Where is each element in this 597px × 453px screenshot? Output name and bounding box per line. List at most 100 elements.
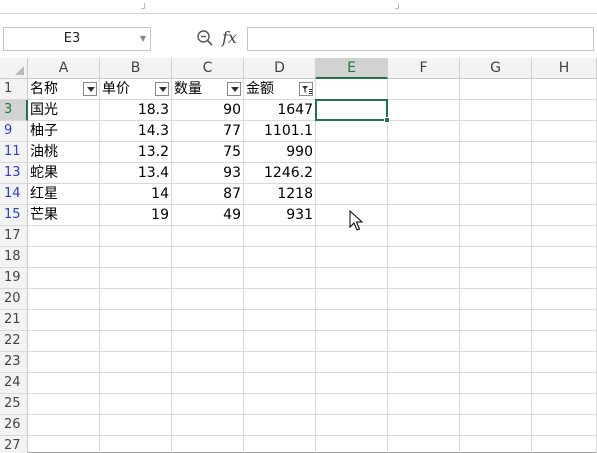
empty-cell[interactable]: [532, 394, 597, 415]
empty-cell[interactable]: [244, 289, 316, 310]
empty-cell[interactable]: [532, 331, 597, 352]
row-header-25[interactable]: 25: [0, 394, 28, 415]
empty-cell[interactable]: [532, 142, 597, 163]
empty-cell[interactable]: [460, 373, 532, 394]
table-cell-name[interactable]: 国光: [28, 100, 100, 121]
empty-cell[interactable]: [172, 268, 244, 289]
empty-cell[interactable]: [460, 121, 532, 142]
empty-cell[interactable]: [532, 415, 597, 436]
empty-cell[interactable]: [244, 310, 316, 331]
table-cell-price[interactable]: 14.3: [100, 121, 172, 142]
empty-cell[interactable]: [388, 100, 460, 121]
empty-cell[interactable]: [316, 352, 388, 373]
table-cell-amount[interactable]: 1246.2: [244, 163, 316, 184]
empty-cell[interactable]: [28, 289, 100, 310]
column-header-c[interactable]: C: [172, 58, 244, 79]
empty-cell[interactable]: [388, 247, 460, 268]
empty-cell[interactable]: [532, 352, 597, 373]
empty-cell[interactable]: [100, 331, 172, 352]
empty-cell[interactable]: [172, 415, 244, 436]
table-cell-qty[interactable]: 75: [172, 142, 244, 163]
empty-cell[interactable]: [388, 415, 460, 436]
empty-cell[interactable]: [244, 394, 316, 415]
row-header-17[interactable]: 17: [0, 226, 28, 247]
row-header-15[interactable]: 15: [0, 205, 28, 226]
column-header-f[interactable]: F: [388, 58, 460, 79]
table-cell-name[interactable]: 蛇果: [28, 163, 100, 184]
empty-cell[interactable]: [460, 268, 532, 289]
table-header-cell[interactable]: 单价: [100, 79, 172, 100]
empty-cell[interactable]: [388, 142, 460, 163]
name-box[interactable]: E3 ▼: [3, 27, 151, 51]
empty-cell[interactable]: [532, 373, 597, 394]
filter-dropdown-icon[interactable]: [155, 82, 169, 96]
empty-cell[interactable]: [388, 121, 460, 142]
row-header-27[interactable]: 27: [0, 436, 28, 453]
empty-cell[interactable]: [316, 373, 388, 394]
empty-cell[interactable]: [460, 205, 532, 226]
table-cell-price[interactable]: 13.2: [100, 142, 172, 163]
empty-cell[interactable]: [244, 436, 316, 453]
empty-cell[interactable]: [316, 331, 388, 352]
empty-cell[interactable]: [460, 247, 532, 268]
function-icon[interactable]: fx: [222, 27, 244, 49]
fill-handle[interactable]: [384, 117, 390, 123]
table-cell-price[interactable]: 19: [100, 205, 172, 226]
empty-cell[interactable]: [100, 226, 172, 247]
empty-cell[interactable]: [316, 268, 388, 289]
zoom-out-icon[interactable]: [196, 29, 214, 47]
empty-cell[interactable]: [532, 436, 597, 453]
table-cell-name[interactable]: 油桃: [28, 142, 100, 163]
empty-cell[interactable]: [388, 205, 460, 226]
empty-cell[interactable]: [28, 226, 100, 247]
empty-cell[interactable]: [388, 310, 460, 331]
empty-cell[interactable]: [388, 79, 460, 100]
empty-cell[interactable]: [460, 289, 532, 310]
column-header-d[interactable]: D: [244, 58, 316, 79]
empty-cell[interactable]: [460, 163, 532, 184]
row-header-18[interactable]: 18: [0, 247, 28, 268]
empty-cell[interactable]: [172, 310, 244, 331]
empty-cell[interactable]: [28, 415, 100, 436]
empty-cell[interactable]: [532, 100, 597, 121]
filter-applied-icon[interactable]: [299, 82, 313, 96]
empty-cell[interactable]: [388, 163, 460, 184]
table-cell-amount[interactable]: 990: [244, 142, 316, 163]
empty-cell[interactable]: [316, 247, 388, 268]
table-cell-price[interactable]: 13.4: [100, 163, 172, 184]
empty-cell[interactable]: [532, 163, 597, 184]
empty-cell[interactable]: [532, 184, 597, 205]
row-header-21[interactable]: 21: [0, 310, 28, 331]
empty-cell[interactable]: [388, 394, 460, 415]
empty-cell[interactable]: [100, 352, 172, 373]
chevron-down-icon[interactable]: ▼: [139, 32, 147, 46]
row-header-22[interactable]: 22: [0, 331, 28, 352]
empty-cell[interactable]: [532, 268, 597, 289]
empty-cell[interactable]: [460, 184, 532, 205]
empty-cell[interactable]: [172, 226, 244, 247]
table-cell-name[interactable]: 红星: [28, 184, 100, 205]
empty-cell[interactable]: [172, 373, 244, 394]
empty-cell[interactable]: [100, 310, 172, 331]
table-cell-amount[interactable]: 1218: [244, 184, 316, 205]
table-cell-name[interactable]: 柚子: [28, 121, 100, 142]
empty-cell[interactable]: [532, 226, 597, 247]
row-header-3[interactable]: 3: [0, 100, 28, 121]
empty-cell[interactable]: [28, 310, 100, 331]
empty-cell[interactable]: [388, 373, 460, 394]
column-header-e[interactable]: E: [316, 58, 388, 79]
row-header-20[interactable]: 20: [0, 289, 28, 310]
table-header-cell[interactable]: 数量: [172, 79, 244, 100]
empty-cell[interactable]: [388, 226, 460, 247]
row-header-1[interactable]: 1: [0, 79, 28, 100]
empty-cell[interactable]: [316, 121, 388, 142]
table-cell-price[interactable]: 18.3: [100, 100, 172, 121]
row-header-14[interactable]: 14: [0, 184, 28, 205]
empty-cell[interactable]: [100, 289, 172, 310]
table-cell-qty[interactable]: 93: [172, 163, 244, 184]
empty-cell[interactable]: [244, 268, 316, 289]
empty-cell[interactable]: [460, 142, 532, 163]
empty-cell[interactable]: [388, 289, 460, 310]
empty-cell[interactable]: [460, 100, 532, 121]
empty-cell[interactable]: [172, 289, 244, 310]
